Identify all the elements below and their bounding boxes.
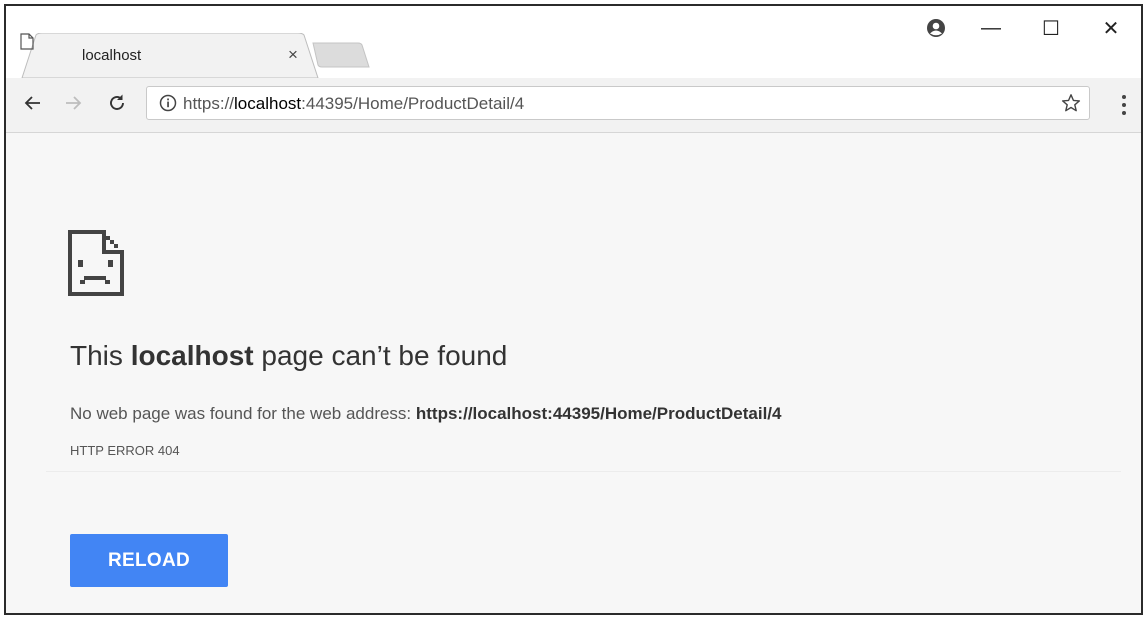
address-url[interactable]: https://localhost:44395/Home/ProductDeta…: [183, 94, 524, 114]
url-host: localhost: [234, 94, 302, 113]
tab-localhost[interactable]: localhost ×: [20, 33, 320, 78]
close-window-button[interactable]: ✕: [1081, 6, 1141, 50]
new-tab-icon[interactable]: [312, 42, 370, 68]
description-url: https://localhost:44395/Home/ProductDeta…: [415, 404, 782, 423]
page-icon: [20, 33, 34, 50]
error-title: This localhost page can’t be found: [70, 340, 507, 372]
url-path: :44395/Home/ProductDetail/4: [301, 94, 525, 113]
forward-arrow-icon: [66, 96, 82, 110]
info-icon[interactable]: [159, 94, 177, 112]
profile-icon: [927, 19, 945, 37]
title-prefix: This: [70, 340, 131, 371]
description-text: No web page was found for the web addres…: [70, 404, 416, 423]
title-host: localhost: [130, 340, 254, 371]
tab-strip: localhost × — ☐ ✕: [6, 6, 1141, 78]
tab-close-icon[interactable]: ×: [288, 45, 298, 65]
forward-button[interactable]: [58, 88, 88, 118]
tab-shape: [21, 33, 319, 78]
error-description: No web page was found for the web addres…: [70, 404, 781, 424]
browser-window: localhost × — ☐ ✕ https://localhost:4439…: [4, 4, 1143, 615]
address-bar[interactable]: https://localhost:44395/Home/ProductDeta…: [146, 86, 1090, 120]
back-button[interactable]: [18, 88, 48, 118]
divider: [46, 471, 1121, 472]
url-scheme: https://: [183, 94, 235, 113]
maximize-button[interactable]: ☐: [1021, 6, 1081, 50]
sad-page-icon: [68, 230, 124, 296]
close-icon: ✕: [1102, 17, 1120, 40]
reload-button[interactable]: RELOAD: [70, 534, 228, 587]
profile-button[interactable]: [911, 6, 961, 50]
tab-title: localhost: [82, 47, 142, 64]
minimize-icon: —: [981, 16, 1001, 39]
reload-page-button[interactable]: [102, 88, 132, 118]
star-icon[interactable]: [1061, 93, 1081, 113]
error-code: HTTP ERROR 404: [70, 443, 180, 458]
browser-toolbar: https://localhost:44395/Home/ProductDeta…: [6, 78, 1141, 133]
back-arrow-icon: [24, 96, 40, 110]
title-suffix: page can’t be found: [253, 340, 508, 371]
minimize-button[interactable]: —: [961, 6, 1021, 50]
reload-icon: [110, 94, 124, 110]
maximize-icon: ☐: [1042, 17, 1060, 40]
page-content: This localhost page can’t be found No we…: [6, 133, 1141, 613]
window-controls: — ☐ ✕: [911, 6, 1141, 50]
kebab-menu-icon[interactable]: [1115, 92, 1133, 118]
